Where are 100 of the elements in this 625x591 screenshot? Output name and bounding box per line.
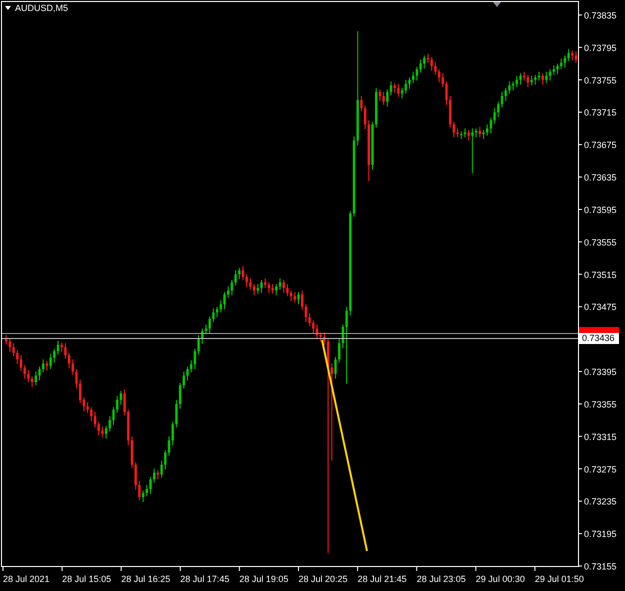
candlestick [238,267,240,280]
candlestick [268,282,270,294]
candlestick [208,316,211,334]
candlestick [468,130,470,142]
candlestick [104,425,108,440]
candlestick [504,87,507,102]
candlestick [545,71,548,84]
candlestick [400,87,404,99]
candlestick [64,342,67,360]
candlestick [98,421,100,436]
candlestick [493,108,496,124]
candlestick [438,68,440,83]
candlestick [542,72,544,86]
candlestick [548,68,552,82]
candlestick [460,131,462,140]
time-label: 28 Jul 15:05 [62,574,112,584]
candlestick [564,54,566,68]
candlestick [519,72,522,86]
candlestick [338,338,340,364]
candlestick [290,290,292,302]
candlestick [246,274,248,288]
candlestick [16,350,18,365]
time-label: 29 Jul 01:50 [534,574,584,584]
current-price-label: 0.73436 [579,333,619,344]
candlestick [249,278,252,290]
candlestick [138,480,141,501]
candlestick [516,75,518,88]
price-label: 0.73715 [584,108,617,118]
price-label: 0.73235 [584,496,617,507]
price-label: 0.73275 [584,464,617,474]
dropdown-icon[interactable] [5,6,11,10]
price-label: 0.73475 [584,302,617,312]
price-label: 0.73635 [584,172,617,183]
price-label: 0.73395 [584,367,617,378]
price-label: 0.73195 [584,529,617,540]
candlestick [360,96,363,112]
candlestick [72,358,74,376]
chart-shift-marker-icon[interactable] [493,2,501,7]
candlestick [212,308,215,323]
candlestick [30,376,34,388]
candlestick [101,426,104,438]
candlestick [508,80,511,94]
candlestick [120,390,122,406]
time-label: 28 Jul 16:25 [121,574,170,584]
candlestick [330,362,333,462]
candlestick [227,286,230,298]
candlestick [378,89,382,102]
candlestick [312,320,314,334]
candlestick [53,348,56,364]
candlestick [190,360,192,373]
candlestick [282,279,285,294]
candlestick [342,324,344,349]
candlestick [304,304,308,323]
candlestick [286,284,289,297]
candlestick [416,66,418,82]
candlestick [153,468,156,484]
candlestick [220,300,222,313]
time-label: 29 Jul 00:30 [476,574,525,584]
candlestick [345,306,348,384]
candlestick [27,369,30,383]
candlestick [182,371,185,390]
candlestick [134,462,137,490]
time-label: 28 Jul 2021 [3,574,50,584]
candlestick [271,284,274,294]
candlestick [197,334,200,355]
candlestick [534,74,536,86]
candlestick [160,460,163,478]
candlestick [404,79,407,94]
candlestick [68,352,70,369]
candlestick [497,101,500,118]
price-label: 0.73315 [584,432,617,442]
candlestick [452,121,456,138]
candlestick [264,278,266,289]
candlestick [301,290,304,310]
candlestick [412,71,414,84]
candlestick [8,338,12,353]
price-label: 0.73355 [584,399,617,410]
candlestick [24,364,26,380]
price-label: 0.73675 [584,140,617,150]
candlestick [364,105,366,130]
candlestick [294,292,296,304]
time-label: 28 Jul 19:05 [239,574,288,584]
candlestick [142,490,144,502]
candlestick [230,279,234,296]
time-label: 28 Jul 17:45 [180,574,230,584]
candlestick [442,72,444,88]
candlestick [423,54,426,69]
price-label: 0.73755 [584,75,617,86]
time-label: 28 Jul 21:45 [358,574,407,584]
candlestick [234,270,237,286]
candlestick [216,306,218,318]
chart-title: AUDUSD,M5 [15,3,68,13]
candlestick [275,284,278,296]
candlestick [49,353,52,370]
candlestick [116,395,118,414]
candlestick [560,58,562,70]
price-label: 0.73515 [584,270,617,280]
candlestick [178,382,182,410]
candlestick [194,348,196,370]
candlestick [308,312,311,327]
